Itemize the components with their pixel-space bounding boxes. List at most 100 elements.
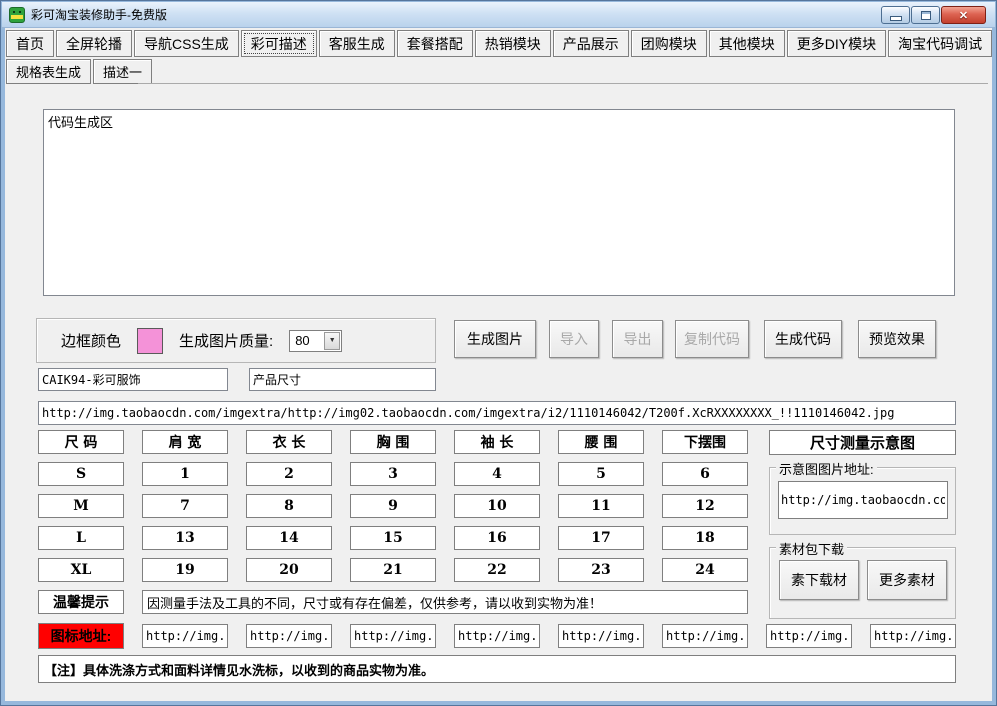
size-cell[interactable]: 1 bbox=[142, 462, 228, 486]
tab-other-module[interactable]: 其他模块 bbox=[709, 30, 785, 57]
icon-url-input[interactable] bbox=[350, 624, 436, 648]
tab-nav-css-generate[interactable]: 导航CSS生成 bbox=[134, 30, 239, 57]
size-cell[interactable]: S bbox=[38, 462, 124, 486]
tab-combo-match[interactable]: 套餐搭配 bbox=[397, 30, 473, 57]
tab-fullscreen-carousel[interactable]: 全屏轮播 bbox=[56, 30, 132, 57]
chevron-down-icon[interactable]: ▼ bbox=[324, 332, 340, 350]
icon-url-input[interactable] bbox=[142, 624, 228, 648]
generate-code-button[interactable]: 生成代码 bbox=[764, 320, 842, 358]
tab-taobao-code-debug[interactable]: 淘宝代码调试 bbox=[888, 30, 992, 57]
size-cell[interactable]: 8 bbox=[246, 494, 332, 518]
preview-effect-button[interactable]: 预览效果 bbox=[858, 320, 936, 358]
restore-button[interactable] bbox=[911, 6, 940, 24]
window-controls: ✕ bbox=[881, 6, 986, 24]
diagram-url-group: 示意图图片地址: bbox=[769, 467, 956, 535]
size-cell[interactable]: 2 bbox=[246, 462, 332, 486]
tab-caike-description[interactable]: 彩可描述 bbox=[241, 30, 317, 57]
import-button: 导入 bbox=[549, 320, 599, 358]
restore-icon bbox=[921, 11, 931, 20]
size-cell[interactable]: M bbox=[38, 494, 124, 518]
size-cell[interactable]: L bbox=[38, 526, 124, 550]
options-group: 边框颜色 生成图片质量: 80 ▼ bbox=[36, 318, 436, 363]
image-quality-select[interactable]: 80 ▼ bbox=[289, 330, 342, 352]
image-quality-value: 80 bbox=[295, 333, 309, 348]
tab-strip-divider bbox=[138, 83, 988, 84]
size-cell[interactable]: 7 bbox=[142, 494, 228, 518]
image-url-input[interactable] bbox=[38, 401, 956, 425]
size-header: 衣 长 bbox=[246, 430, 332, 454]
size-cell[interactable]: 18 bbox=[662, 526, 748, 550]
generate-image-button[interactable]: 生成图片 bbox=[454, 320, 536, 358]
size-table: 尺 码 肩 宽 衣 长 胸 围 袖 长 腰 围 下摆围 S 1 2 3 4 5 … bbox=[38, 430, 748, 614]
tab-product-display[interactable]: 产品展示 bbox=[553, 30, 629, 57]
footer-note-input[interactable] bbox=[38, 655, 956, 683]
tab-customer-service-generate[interactable]: 客服生成 bbox=[319, 30, 395, 57]
notice-text-input[interactable] bbox=[142, 590, 748, 614]
size-cell[interactable]: XL bbox=[38, 558, 124, 582]
size-cell[interactable]: 13 bbox=[142, 526, 228, 550]
size-cell[interactable]: 6 bbox=[662, 462, 748, 486]
size-cell[interactable]: 4 bbox=[454, 462, 540, 486]
size-cell[interactable]: 10 bbox=[454, 494, 540, 518]
size-cell[interactable]: 21 bbox=[350, 558, 436, 582]
app-icon bbox=[9, 7, 25, 23]
size-header: 下摆围 bbox=[662, 430, 748, 454]
size-cell[interactable]: 22 bbox=[454, 558, 540, 582]
tab-hot-sale-module[interactable]: 热销模块 bbox=[475, 30, 551, 57]
size-cell[interactable]: 5 bbox=[558, 462, 644, 486]
size-header: 肩 宽 bbox=[142, 430, 228, 454]
window-title: 彩可淘宝装修助手-免费版 bbox=[31, 6, 167, 23]
size-header: 袖 长 bbox=[454, 430, 540, 454]
icon-url-input[interactable] bbox=[454, 624, 540, 648]
export-button: 导出 bbox=[612, 320, 663, 358]
subtab-spec-table-generate[interactable]: 规格表生成 bbox=[6, 59, 91, 84]
size-cell[interactable]: 12 bbox=[662, 494, 748, 518]
size-header: 胸 围 bbox=[350, 430, 436, 454]
material-pack-group: 素材包下载 素下载材 更多素材 bbox=[769, 547, 956, 619]
icon-url-input[interactable] bbox=[246, 624, 332, 648]
product-size-input[interactable] bbox=[249, 368, 436, 391]
image-quality-label: 生成图片质量: bbox=[179, 330, 273, 351]
size-cell[interactable]: 19 bbox=[142, 558, 228, 582]
size-cell[interactable]: 24 bbox=[662, 558, 748, 582]
code-output-textarea[interactable]: 代码生成区 bbox=[43, 109, 955, 296]
size-cell[interactable]: 3 bbox=[350, 462, 436, 486]
close-button[interactable]: ✕ bbox=[941, 6, 986, 24]
minimize-button[interactable] bbox=[881, 6, 910, 24]
subtab-description-1[interactable]: 描述一 bbox=[93, 59, 152, 84]
size-cell[interactable]: 20 bbox=[246, 558, 332, 582]
border-color-label: 边框颜色 bbox=[61, 330, 121, 351]
copy-code-button: 复制代码 bbox=[675, 320, 749, 358]
measurement-diagram-header: 尺寸测量示意图 bbox=[769, 430, 956, 455]
material-pack-group-label: 素材包下载 bbox=[776, 539, 847, 558]
main-tab-strip: 首页 全屏轮播 导航CSS生成 彩可描述 客服生成 套餐搭配 热销模块 产品展示… bbox=[6, 30, 994, 57]
icon-url-row: 图标地址: bbox=[38, 623, 956, 649]
size-header: 腰 围 bbox=[558, 430, 644, 454]
border-color-swatch[interactable] bbox=[137, 328, 163, 354]
title-bar: 彩可淘宝装修助手-免费版 bbox=[2, 2, 995, 28]
icon-url-input[interactable] bbox=[870, 624, 956, 648]
size-cell[interactable]: 17 bbox=[558, 526, 644, 550]
size-cell[interactable]: 11 bbox=[558, 494, 644, 518]
tab-group-buy-module[interactable]: 团购模块 bbox=[631, 30, 707, 57]
diagram-url-input[interactable] bbox=[778, 481, 948, 519]
size-header: 尺 码 bbox=[38, 430, 124, 454]
diagram-url-group-label: 示意图图片地址: bbox=[776, 459, 877, 478]
close-icon: ✕ bbox=[959, 9, 968, 22]
size-cell[interactable]: 16 bbox=[454, 526, 540, 550]
icon-url-input[interactable] bbox=[766, 624, 852, 648]
tab-home[interactable]: 首页 bbox=[6, 30, 54, 57]
size-cell[interactable]: 15 bbox=[350, 526, 436, 550]
app-window: 彩可淘宝装修助手-免费版 ✕ 首页 全屏轮播 导航CSS生成 彩可描述 客服生成… bbox=[0, 0, 997, 706]
more-material-button[interactable]: 更多素材 bbox=[867, 560, 947, 600]
size-cell[interactable]: 23 bbox=[558, 558, 644, 582]
size-cell[interactable]: 14 bbox=[246, 526, 332, 550]
sub-tab-strip: 规格表生成 描述一 bbox=[6, 59, 154, 84]
icon-url-input[interactable] bbox=[662, 624, 748, 648]
tab-more-diy-module[interactable]: 更多DIY模块 bbox=[787, 30, 886, 57]
icon-url-input[interactable] bbox=[558, 624, 644, 648]
shop-title-input[interactable] bbox=[38, 368, 228, 391]
notice-label: 温馨提示 bbox=[38, 590, 124, 614]
size-cell[interactable]: 9 bbox=[350, 494, 436, 518]
material-download-button[interactable]: 素下载材 bbox=[779, 560, 859, 600]
